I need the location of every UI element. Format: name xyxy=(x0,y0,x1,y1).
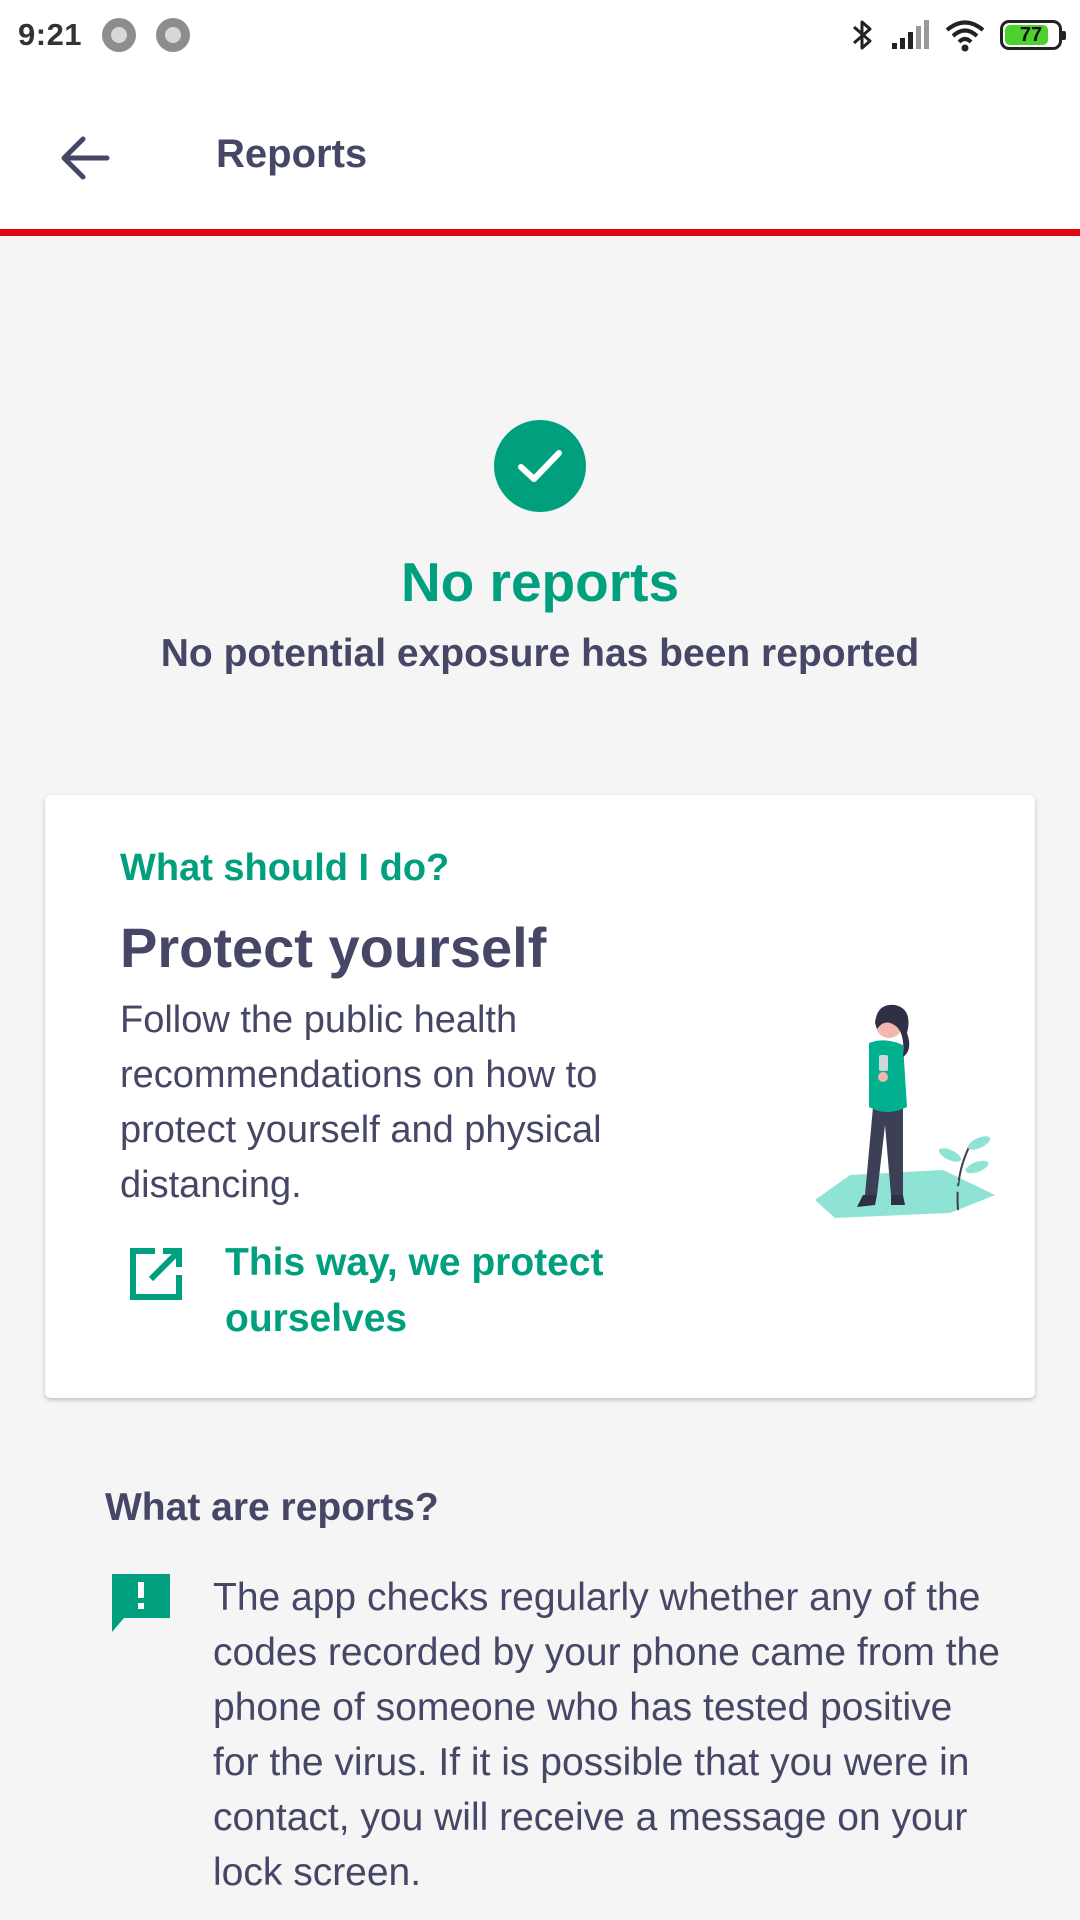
external-link-icon xyxy=(130,1248,182,1300)
advice-card: What should I do? Protect yourself Follo… xyxy=(45,795,1035,1398)
status-subtitle: No potential exposure has been reported xyxy=(160,632,920,675)
app-bar: Reports xyxy=(0,70,1080,236)
woman-with-phone-illustration xyxy=(815,1004,995,1218)
card-title: Protect yourself xyxy=(120,916,547,979)
message-alert-icon xyxy=(112,1574,170,1632)
bluetooth-icon xyxy=(853,20,872,50)
signal-icon xyxy=(892,20,929,49)
status-icons: 77 xyxy=(850,17,1066,53)
section-body: The app checks regularly whether any of … xyxy=(213,1576,1000,1894)
arrow-left-icon xyxy=(61,136,110,180)
card-body: Follow the public health recommendations… xyxy=(120,999,602,1206)
notification-icon xyxy=(102,18,137,52)
check-circle-icon xyxy=(494,420,586,512)
card-eyebrow: What should I do? xyxy=(120,847,450,889)
battery-icon: 77 xyxy=(1000,20,1066,50)
battery-level: 77 xyxy=(1019,23,1043,46)
link-label: This way, we protect ourselves xyxy=(225,1241,604,1340)
section-title: What are reports? xyxy=(105,1486,439,1529)
status-summary: No reports No potential exposure has bee… xyxy=(0,420,1080,676)
notification-icon xyxy=(156,18,191,52)
protect-ourselves-link[interactable]: This way, we protect ourselves xyxy=(125,1235,685,1347)
page-title: Reports xyxy=(216,132,368,176)
status-title: No reports xyxy=(400,551,680,613)
status-time: 9:21 xyxy=(18,17,83,52)
wifi-icon xyxy=(945,20,985,52)
status-bar: 9:21 77 xyxy=(0,0,1080,70)
back-button[interactable] xyxy=(50,128,120,188)
